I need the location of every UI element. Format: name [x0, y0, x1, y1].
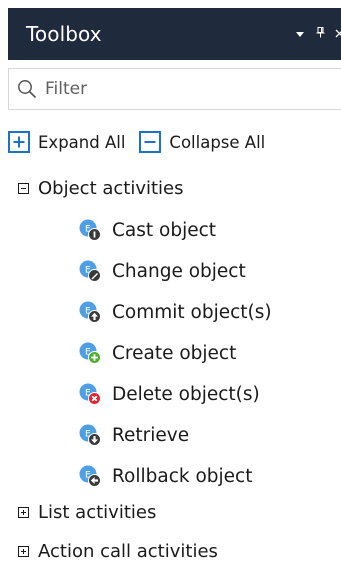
pin-icon[interactable] — [315, 27, 325, 41]
group-label: Action call activities — [38, 540, 218, 562]
item-label: Rollback object — [112, 465, 253, 487]
tree-group-list-activities[interactable]: List activities — [18, 498, 156, 526]
item-label: Delete object(s) — [112, 383, 260, 405]
item-label: Cast object — [112, 219, 217, 241]
create-object-icon: E — [79, 342, 101, 364]
retrieve-icon: E — [79, 424, 101, 446]
tree-group-action-call-activities[interactable]: Action call activities — [18, 537, 218, 565]
item-label: Change object — [112, 260, 246, 282]
item-label: Retrieve — [112, 424, 190, 446]
toolbox-titlebar: Toolbox — [8, 8, 341, 60]
collapse-all-icon — [139, 131, 162, 153]
filter-input[interactable] — [45, 79, 325, 99]
tree-item-create-object[interactable]: E Create object — [78, 338, 236, 368]
item-label: Commit object(s) — [112, 301, 272, 323]
panel-title: Toolbox — [26, 22, 102, 46]
tree-item-change-object[interactable]: E Change object — [78, 256, 246, 286]
title-controls — [295, 8, 341, 60]
tree-item-commit-objects[interactable]: E Commit object(s) — [78, 297, 272, 327]
expand-all-label: Expand All — [38, 132, 126, 152]
filter-box[interactable] — [8, 68, 341, 110]
tree-item-rollback-object[interactable]: E Rollback object — [78, 461, 252, 491]
group-label: Object activities — [38, 177, 184, 199]
close-icon[interactable] — [335, 28, 341, 41]
change-object-icon: E — [79, 260, 101, 282]
search-icon — [18, 80, 37, 99]
expand-all-icon — [8, 131, 30, 153]
expand-all-button[interactable]: Expand All — [8, 131, 125, 153]
collapse-all-button[interactable]: Collapse All — [139, 131, 265, 153]
tree-item-delete-objects[interactable]: E Delete object(s) — [78, 379, 260, 409]
collapse-node-icon[interactable] — [18, 182, 29, 194]
tree-toolbar: Expand All Collapse All — [8, 122, 341, 162]
item-label: Create object — [112, 342, 237, 364]
tree-item-retrieve[interactable]: E Retrieve — [78, 420, 189, 450]
rollback-object-icon: E — [79, 465, 101, 487]
delete-object-icon: E — [79, 383, 101, 405]
commit-object-icon: E — [79, 301, 101, 323]
group-label: List activities — [38, 501, 157, 523]
tree-group-object-activities[interactable]: Object activities — [18, 174, 184, 202]
dropdown-icon[interactable] — [295, 28, 305, 41]
collapse-all-label: Collapse All — [169, 132, 266, 152]
expand-node-icon[interactable] — [18, 506, 29, 518]
tree-item-cast-object[interactable]: E Cast object — [78, 215, 216, 245]
cast-object-icon: E — [79, 219, 101, 241]
expand-node-icon[interactable] — [18, 545, 29, 557]
